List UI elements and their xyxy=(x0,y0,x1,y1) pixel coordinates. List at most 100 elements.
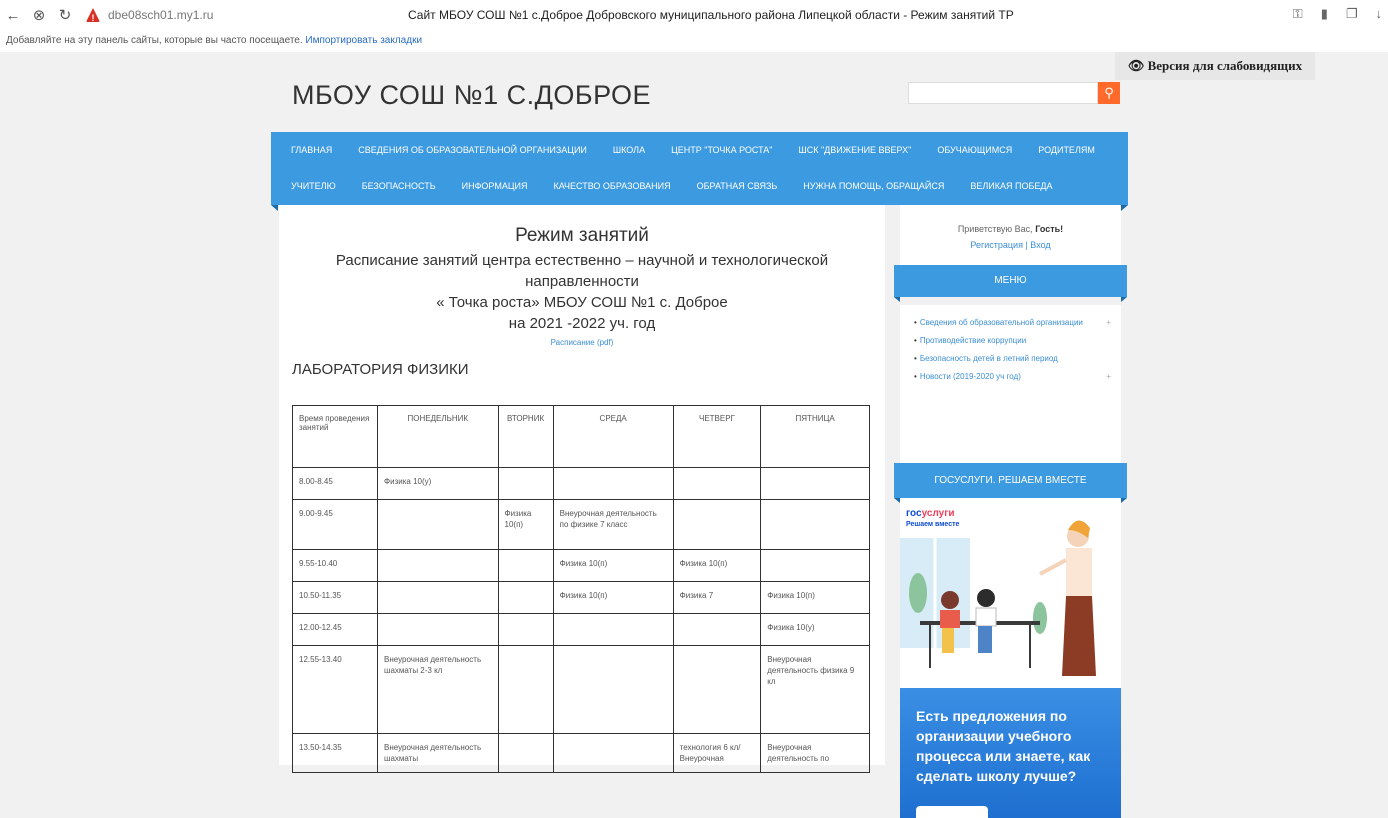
menu-item[interactable]: Безопасность xyxy=(362,181,436,191)
lab-title: ЛАБОРАТОРИЯ ФИЗИКИ xyxy=(292,361,469,378)
table-cell: Внеурочная деятельность физика 9 кл xyxy=(760,645,870,734)
greeting-block: Приветствую Вас, Гость! Регистрация | Вх… xyxy=(900,205,1121,265)
subtitle-line-3: « Точка роста» МБОУ СОШ №1 с. Доброе xyxy=(436,294,728,311)
table-cell xyxy=(377,613,499,646)
table-cell: 9.00-9.45 xyxy=(291,499,379,550)
table-cell: 13.50-14.35 xyxy=(291,733,379,773)
menu-item[interactable]: Главная xyxy=(291,145,332,155)
search-input[interactable] xyxy=(908,82,1098,104)
menu-item[interactable]: Нужна помощь, обращайся xyxy=(803,181,944,191)
banner-button[interactable] xyxy=(916,806,988,818)
subtitle-line-1: Расписание занятий центра естественно – … xyxy=(335,252,829,269)
banner-cta[interactable]: Есть предложения по организации учебного… xyxy=(900,688,1121,818)
menu-item[interactable]: Обратная связь xyxy=(697,181,778,191)
sidebar-menu-item[interactable]: Противодействие коррупции xyxy=(914,335,1111,346)
fold-right xyxy=(1121,498,1127,503)
table-header-cell: Пятница xyxy=(760,405,870,468)
main-content: Режим занятий Расписание занятий центра … xyxy=(279,205,885,773)
menu-fold-left xyxy=(271,205,278,211)
download-icon[interactable]: ↓ xyxy=(1376,6,1383,22)
table-row: 8.00-8.45 Физика 10(у) xyxy=(291,467,870,500)
menu-item[interactable]: Информация xyxy=(462,181,528,191)
expand-plus-icon[interactable]: + xyxy=(1106,317,1111,328)
banner-illustration: госуслуги Решаем вместе xyxy=(900,498,1121,688)
table-cell xyxy=(672,613,762,646)
table-row: 12.55-13.40 Внеурочная деятельность шахма… xyxy=(291,645,870,734)
expand-plus-icon[interactable]: + xyxy=(1106,371,1111,382)
bookmarks-bar: Добавляйте на эту панель сайты, которые … xyxy=(0,30,1388,52)
menu-item[interactable]: Сведения об образовательной организации xyxy=(358,145,587,155)
schedule-table: Время проведения занятий Понедельник Вторн… xyxy=(291,405,870,773)
key-icon[interactable]: ⚿ xyxy=(1293,6,1303,22)
menu-item[interactable]: Учителю xyxy=(291,181,336,191)
menu-item[interactable]: Школа xyxy=(613,145,645,155)
menu-item[interactable]: ШСК "Движение вверх" xyxy=(799,145,912,155)
address-bar[interactable]: dbe08sch01.my1.ru xyxy=(108,8,408,22)
table-cell xyxy=(760,499,870,550)
accessibility-version-button[interactable]: 👁 Версия для слабовидящих xyxy=(1115,52,1315,80)
table-cell: 12.00-12.45 xyxy=(291,613,379,646)
reload-icon[interactable]: ↻ xyxy=(52,6,78,24)
sidebar: Приветствую Вас, Гость! Регистрация | Вх… xyxy=(894,205,1127,818)
warning-icon: ! xyxy=(86,8,100,22)
search-icon[interactable]: ⚲ xyxy=(1098,82,1120,104)
table-cell: Внеурочная деятельность по физике 7 клас… xyxy=(552,499,674,550)
menu-item[interactable]: Центр "Точка роста" xyxy=(671,145,772,155)
table-cell xyxy=(497,549,554,582)
content-subtitle: Расписание занятий центра естественно – … xyxy=(279,250,885,334)
sidebar-menu-item-label: Новости (2019-2020 уч год) xyxy=(919,372,1021,381)
table-cell: Физика 10(п) xyxy=(552,549,674,582)
table-cell xyxy=(552,733,674,773)
table-cell xyxy=(552,467,674,500)
sidebar-menu-item[interactable]: Новости (2019-2020 уч год) + xyxy=(914,371,1111,382)
table-row: 12.00-12.45 Физика 10(у) xyxy=(291,613,870,646)
import-bookmarks-link[interactable]: Импортировать закладки xyxy=(305,35,422,46)
table-header-cell: Среда xyxy=(552,405,674,468)
table-cell xyxy=(497,581,554,614)
gosuslugi-title: Госуслуги. Решаем вместе xyxy=(894,463,1127,498)
menu-fold-right xyxy=(1121,205,1128,211)
menu-item[interactable]: Великая Победа xyxy=(970,181,1052,191)
sidebar-menu-item-label: Безопасность детей в летний период xyxy=(919,354,1058,363)
page-title: Сайт МБОУ СОШ №1 с.Доброе Добровского му… xyxy=(408,8,1014,22)
table-cell xyxy=(377,549,499,582)
table-cell: Физика 10(у) xyxy=(377,467,499,500)
table-cell: Внеурочная деятельность по xyxy=(760,733,870,773)
block-icon[interactable]: ⊗ xyxy=(26,6,52,24)
subtitle-line-4: на 2021 -2022 уч. год xyxy=(508,315,656,332)
table-row: 10.50-11.35 Физика 10(п) Физика 7 Физика 10… xyxy=(291,581,870,614)
site-title[interactable]: МБОУ СОШ №1 С.ДОБРОЕ xyxy=(292,80,651,111)
schedule-pdf-link[interactable]: Расписание (pdf) xyxy=(279,338,885,347)
table-cell: технология 6 кл/ Внеурочная xyxy=(672,733,762,773)
auth-links[interactable]: Регистрация | Вход xyxy=(970,240,1050,250)
sidebar-menu-item[interactable]: Безопасность детей в летний период xyxy=(914,353,1111,364)
fold-right xyxy=(1121,297,1127,302)
table-cell xyxy=(377,499,499,550)
sidebar-menu-item-label: Противодействие коррупции xyxy=(919,336,1027,345)
table-cell xyxy=(760,549,870,582)
menu-item[interactable]: Качество образования xyxy=(553,181,670,191)
table-cell: 9.55-10.40 xyxy=(291,549,379,582)
back-icon[interactable]: ← xyxy=(0,7,26,24)
table-cell: Внеурочная деятельность шахматы xyxy=(377,733,499,773)
guest-label: Гость! xyxy=(1035,224,1064,234)
table-cell: 12.55-13.40 xyxy=(291,645,379,734)
classroom-illustration xyxy=(900,520,1096,676)
sidebar-menu-item-label: Сведения об образовательной организации xyxy=(919,318,1083,327)
menu-item[interactable]: Родителям xyxy=(1038,145,1095,155)
browser-toolbar: ← ⊗ ↻ ! dbe08sch01.my1.ru Сайт МБОУ СОШ … xyxy=(0,0,1388,30)
table-cell xyxy=(497,733,554,773)
bookmark-icon[interactable]: ▮ xyxy=(1321,6,1328,22)
menu-row-1: Главная Сведения об образовательной орган… xyxy=(271,132,1128,168)
menu-widget-title: Меню xyxy=(894,265,1127,297)
table-cell xyxy=(497,645,554,734)
gosuslugi-banner[interactable]: госуслуги Решаем вместе Есть предложения… xyxy=(900,498,1121,818)
table-row: 13.50-14.35 Внеурочная деятельность шахма… xyxy=(291,733,870,773)
menu-item[interactable]: Обучающимся xyxy=(937,145,1012,155)
table-cell xyxy=(552,613,674,646)
sidebar-menu-item[interactable]: Сведения об образовательной организации + xyxy=(914,317,1111,328)
table-cell xyxy=(497,467,554,500)
content-title: Режим занятий xyxy=(515,225,649,246)
sidebar-icon[interactable]: ❐ xyxy=(1346,6,1358,22)
main-menu: Главная Сведения об образовательной орган… xyxy=(271,132,1128,205)
